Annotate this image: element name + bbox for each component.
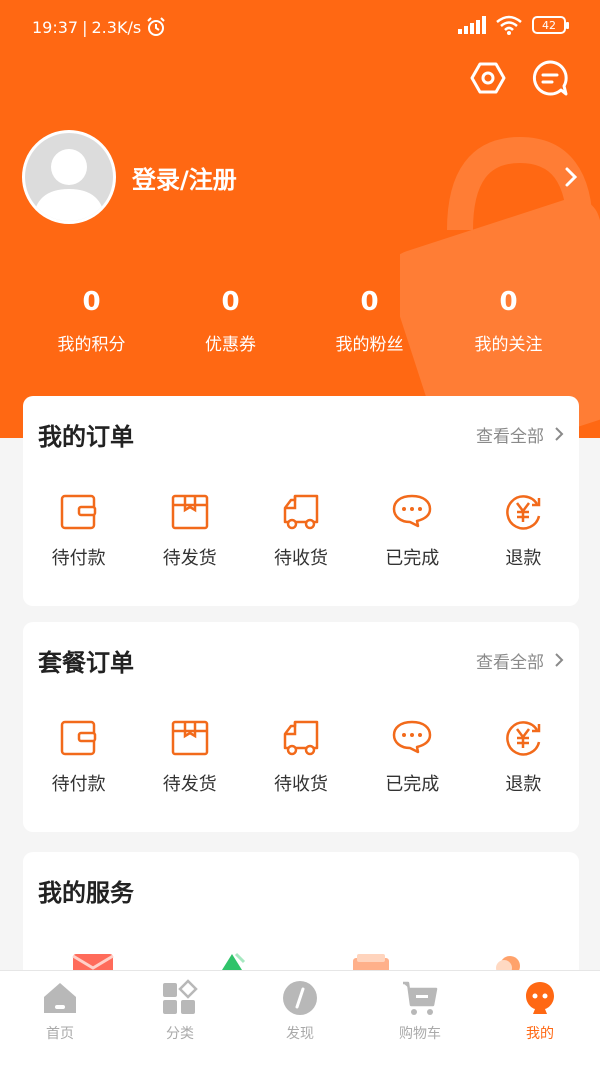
package-refund[interactable]: 退款 <box>468 718 579 796</box>
wifi-icon <box>496 15 522 35</box>
hex-settings-icon <box>470 62 506 94</box>
view-all-package-orders-link[interactable]: 查看全部 <box>476 648 564 673</box>
stat-label: 优惠券 <box>205 335 256 355</box>
view-all-orders-link[interactable]: 查看全部 <box>476 422 564 447</box>
tab-label: 购物车 <box>399 1026 441 1042</box>
package-icon <box>171 720 209 756</box>
truck-icon <box>283 720 319 756</box>
stat-label: 我的积分 <box>57 335 126 355</box>
tab-discover[interactable]: 发现 <box>240 971 360 1048</box>
grid-label: 已完成 <box>385 548 440 569</box>
package-orders-card: 套餐订单 查看全部 待付款 待发货 待收货 已完成 退款 <box>23 622 579 832</box>
stat-value: 0 <box>499 287 518 317</box>
signal-icon <box>458 16 486 34</box>
card-title: 我的订单 <box>38 422 134 451</box>
battery-indicator: 42 <box>532 16 569 34</box>
tab-cart[interactable]: 购物车 <box>360 971 480 1048</box>
chat-dots-icon <box>392 494 432 528</box>
package-completed[interactable]: 已完成 <box>357 718 468 796</box>
home-icon <box>44 983 76 1013</box>
bottom-tab-bar: 首页 分类 发现 购物车 我的 <box>0 970 600 1048</box>
alarm-icon <box>147 17 165 36</box>
battery-level: 42 <box>542 18 556 32</box>
stat-value: 0 <box>82 287 101 317</box>
login-register-entry[interactable]: 登录/注册 <box>22 130 578 224</box>
stat-label: 我的关注 <box>474 335 543 355</box>
grid-label: 待付款 <box>51 774 106 795</box>
chat-dots-icon <box>392 720 432 754</box>
tab-label: 首页 <box>46 1026 74 1042</box>
grid-label: 待发货 <box>162 774 217 795</box>
chat-message-icon <box>532 60 568 96</box>
chevron-right-icon <box>565 167 578 187</box>
order-pending-shipment[interactable]: 待发货 <box>134 492 245 570</box>
order-pending-payment[interactable]: 待付款 <box>23 492 134 570</box>
status-bar: 19:37 | 2.3K/s 42 <box>0 0 600 52</box>
tab-label: 分类 <box>166 1026 194 1042</box>
view-all-label: 查看全部 <box>476 426 544 447</box>
stat-coupons[interactable]: 0 优惠券 <box>161 284 300 355</box>
stat-fans[interactable]: 0 我的粉丝 <box>300 284 439 355</box>
package-pending-receipt[interactable]: 待收货 <box>245 718 356 796</box>
view-all-label: 查看全部 <box>476 652 544 673</box>
yen-refund-icon <box>506 721 541 756</box>
login-register-label: 登录/注册 <box>132 165 237 194</box>
yen-refund-icon <box>506 495 541 530</box>
wallet-icon <box>60 494 96 530</box>
chevron-right-icon <box>555 653 564 667</box>
stat-following[interactable]: 0 我的关注 <box>439 284 578 355</box>
stat-label: 我的粉丝 <box>335 335 404 355</box>
avatar <box>22 130 116 224</box>
card-title: 套餐订单 <box>38 648 134 677</box>
tab-label: 发现 <box>286 1026 314 1042</box>
category-icon <box>163 979 198 1014</box>
grid-label: 待收货 <box>274 548 328 569</box>
grid-label: 已完成 <box>385 774 440 795</box>
gesture-area <box>0 1048 600 1067</box>
package-icon <box>171 494 209 530</box>
grid-label: 退款 <box>505 548 542 569</box>
tab-label: 我的 <box>526 1026 554 1042</box>
stats-row: 0 我的积分 0 优惠券 0 我的粉丝 0 我的关注 <box>22 284 578 355</box>
wallet-icon <box>60 720 96 756</box>
chevron-right-icon <box>555 427 564 441</box>
status-divider: | <box>82 17 88 37</box>
grid-label: 退款 <box>505 774 542 795</box>
tab-category[interactable]: 分类 <box>120 971 240 1048</box>
profile-header: 19:37 | 2.3K/s 42 登录/注册 0 我的积分 0 优惠券 0 我… <box>0 0 600 438</box>
compass-icon <box>283 981 317 1015</box>
grid-label: 待付款 <box>51 548 106 569</box>
default-avatar-icon <box>33 149 105 221</box>
cart-icon <box>403 981 438 1015</box>
grid-label: 待收货 <box>274 774 328 795</box>
order-completed[interactable]: 已完成 <box>357 492 468 570</box>
tab-profile[interactable]: 我的 <box>480 971 600 1048</box>
stat-points[interactable]: 0 我的积分 <box>22 284 161 355</box>
truck-icon <box>283 494 319 530</box>
settings-button[interactable] <box>468 58 508 98</box>
order-pending-receipt[interactable]: 待收货 <box>245 492 356 570</box>
order-refund[interactable]: 退款 <box>468 492 579 570</box>
stat-value: 0 <box>360 287 379 317</box>
tab-home[interactable]: 首页 <box>0 971 120 1048</box>
card-title: 我的服务 <box>38 878 134 907</box>
status-net-speed: 2.3K/s <box>91 17 142 37</box>
message-button[interactable] <box>530 58 570 98</box>
package-pending-payment[interactable]: 待付款 <box>23 718 134 796</box>
stat-value: 0 <box>221 287 240 317</box>
package-pending-shipment[interactable]: 待发货 <box>134 718 245 796</box>
profile-icon <box>526 982 554 1014</box>
grid-label: 待发货 <box>162 548 217 569</box>
status-time: 19:37 <box>32 17 79 37</box>
my-orders-card: 我的订单 查看全部 待付款 待发货 待收货 已完成 退款 <box>23 396 579 606</box>
